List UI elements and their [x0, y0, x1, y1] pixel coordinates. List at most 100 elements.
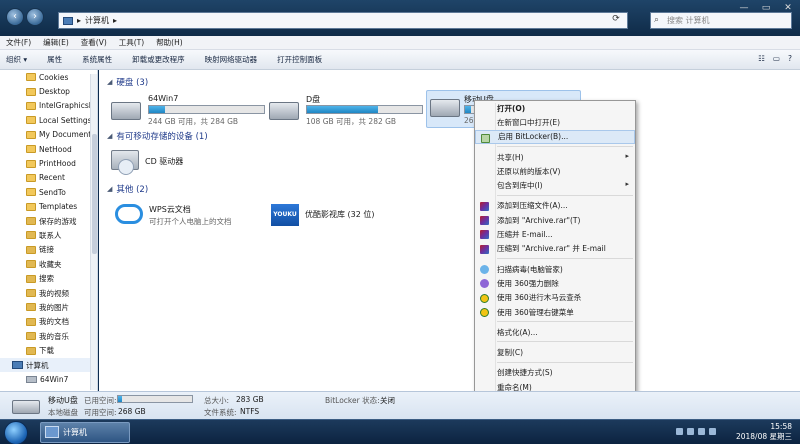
system-properties-button[interactable]: 系统属性: [82, 54, 112, 65]
sidebar-item-label: 计算机: [26, 360, 49, 370]
sidebar-item[interactable]: 收藏夹: [0, 257, 97, 271]
taskbar: 计算机 15:58 2018/08 星期三: [0, 419, 800, 444]
sidebar-item[interactable]: 下载: [0, 343, 97, 357]
context-menu-item[interactable]: 还原以前的版本(V): [475, 164, 635, 178]
refresh-icon[interactable]: ⟳: [607, 14, 625, 27]
sidebar-item[interactable]: Cookies: [0, 70, 97, 84]
group-header-removable[interactable]: ◢ 有可移动存储的设备 (1): [107, 130, 208, 142]
tray-icon[interactable]: [676, 428, 683, 435]
sidebar-item[interactable]: Desktop: [0, 84, 97, 98]
details-usage-bar: [117, 395, 193, 403]
group-title: 有可移动存储的设备 (1): [116, 132, 208, 142]
map-network-drive-button[interactable]: 映射网络驱动器: [205, 54, 258, 65]
other-item-youku[interactable]: YOUKU 优酷影视库 (32 位): [271, 204, 375, 226]
sidebar-item-label: NetHood: [39, 144, 72, 154]
menu-help[interactable]: 帮助(H): [156, 37, 183, 48]
breadcrumb-computer[interactable]: 计算机: [85, 15, 109, 26]
sidebar-item[interactable]: 联系人: [0, 228, 97, 242]
context-menu-item[interactable]: 使用 360管理右键菜单: [475, 305, 635, 319]
back-button[interactable]: ‹: [6, 8, 24, 26]
tray-icon[interactable]: [687, 428, 694, 435]
system-tray: [676, 428, 716, 435]
sidebar-item[interactable]: Recent: [0, 171, 97, 185]
collapse-icon[interactable]: ◢: [107, 185, 112, 193]
close-button[interactable]: ✕: [777, 2, 799, 14]
folder-icon: [26, 159, 36, 168]
context-menu-item[interactable]: 打开(O): [475, 101, 635, 115]
sidebar-item[interactable]: Templates: [0, 200, 97, 214]
sidebar-item[interactable]: 链接: [0, 243, 97, 257]
context-menu-item[interactable]: 在新窗口中打开(E): [475, 115, 635, 129]
context-menu-item[interactable]: 格式化(A)...: [475, 325, 635, 339]
context-menu-item[interactable]: 复制(C): [475, 345, 635, 359]
sidebar-item[interactable]: My Documents: [0, 128, 97, 142]
context-menu-item[interactable]: 共享(H) ▸: [475, 150, 635, 164]
sidebar-item[interactable]: IntelGraphicsP: [0, 99, 97, 113]
sidebar-item[interactable]: 我的文档: [0, 315, 97, 329]
taskbar-item-computer[interactable]: 计算机: [40, 422, 130, 443]
collapse-icon[interactable]: ◢: [107, 78, 112, 86]
forward-button[interactable]: ›: [26, 8, 44, 26]
sidebar-item-label: Local Settings: [39, 115, 92, 125]
other-item-wps[interactable]: WPS云文档 可打开个人电脑上的文档: [115, 204, 232, 226]
uninstall-program-button[interactable]: 卸载或更改程序: [132, 54, 185, 65]
context-menu-item[interactable]: 添加到压缩文件(A)...: [475, 199, 635, 213]
context-menu-item[interactable]: 扫描病毒(电脑管家): [475, 262, 635, 276]
context-menu-item[interactable]: 压缩并 E-mail...: [475, 227, 635, 241]
sidebar-item[interactable]: 保存的游戏: [0, 214, 97, 228]
sidebar-item-label: Recent: [39, 173, 65, 183]
sidebar-item-label: 我的文档: [39, 317, 69, 327]
details-bitlocker-value: 关闭: [380, 396, 395, 405]
scrollbar-thumb[interactable]: [92, 134, 97, 254]
minimize-button[interactable]: —: [733, 2, 755, 14]
help-icon[interactable]: ?: [788, 54, 792, 63]
sidebar-item-computer[interactable]: 计算机: [0, 357, 97, 373]
breadcrumb-next-arrow-icon[interactable]: ▸: [113, 16, 117, 25]
sidebar-item[interactable]: PrintHood: [0, 156, 97, 170]
sidebar-item-drive[interactable]: 64Win7: [0, 372, 97, 386]
start-button[interactable]: [4, 421, 28, 444]
clock[interactable]: 15:58 2018/08 星期三: [736, 422, 792, 442]
group-header-hdd[interactable]: ◢ 硬盘 (3): [107, 76, 148, 88]
context-menu-item[interactable]: 使用 360强力删除: [475, 276, 635, 290]
search-input[interactable]: ⌕ 搜索 计算机: [650, 12, 792, 29]
group-header-other[interactable]: ◢ 其他 (2): [107, 183, 148, 195]
context-menu-item-label: 使用 360管理右键菜单: [497, 307, 574, 317]
menu-file[interactable]: 文件(F): [6, 37, 31, 48]
g360-icon: [480, 307, 489, 317]
menu-view[interactable]: 查看(V): [81, 37, 107, 48]
context-menu-item[interactable]: 使用 360进行木马云查杀: [475, 291, 635, 305]
sidebar-item[interactable]: SendTo: [0, 185, 97, 199]
context-menu-item[interactable]: 创建快捷方式(S): [475, 366, 635, 380]
context-menu-item[interactable]: 添加到 "Archive.rar"(T): [475, 213, 635, 227]
drive-item[interactable]: 64Win7 244 GB 可用，共 284 GB: [111, 94, 271, 130]
menu-edit[interactable]: 编辑(E): [43, 37, 69, 48]
context-menu-item[interactable]: 启用 BitLocker(B)...: [475, 129, 635, 144]
sidebar-item[interactable]: NetHood: [0, 142, 97, 156]
volume-icon[interactable]: [698, 428, 705, 435]
sidebar-item[interactable]: 搜索: [0, 271, 97, 285]
context-menu-item-label: 使用 360强力删除: [497, 278, 559, 288]
collapse-icon[interactable]: ◢: [107, 132, 112, 140]
sidebar-item-label: SendTo: [39, 187, 66, 197]
organize-button[interactable]: 组织 ▾: [6, 54, 27, 65]
view-options-icon[interactable]: ☷: [758, 54, 765, 63]
menu-tools[interactable]: 工具(T): [119, 37, 144, 48]
downloads-icon: [26, 346, 36, 355]
sidebar-item[interactable]: 我的视频: [0, 286, 97, 300]
sidebar-item[interactable]: Local Settings: [0, 113, 97, 127]
sidebar-scrollbar[interactable]: [90, 74, 97, 390]
sidebar-item[interactable]: 我的图片: [0, 300, 97, 314]
context-menu-item[interactable]: 压缩到 "Archive.rar" 并 E-mail: [475, 242, 635, 256]
preview-pane-icon[interactable]: ▭: [773, 54, 780, 63]
context-menu-item[interactable]: 包含到库中(I) ▸: [475, 178, 635, 192]
network-icon[interactable]: [709, 428, 716, 435]
maximize-button[interactable]: ▭: [755, 2, 777, 14]
sidebar-item-label: 保存的游戏: [39, 216, 77, 226]
open-control-panel-button[interactable]: 打开控制面板: [277, 54, 322, 65]
sidebar-item[interactable]: 我的音乐: [0, 329, 97, 343]
properties-button[interactable]: 属性: [47, 54, 62, 65]
address-bar[interactable]: ▸ 计算机 ▸ ⟳: [58, 12, 628, 29]
breadcrumb-arrow-icon[interactable]: ▸: [77, 16, 81, 25]
drive-item[interactable]: D盘 108 GB 可用，共 282 GB: [269, 94, 429, 130]
